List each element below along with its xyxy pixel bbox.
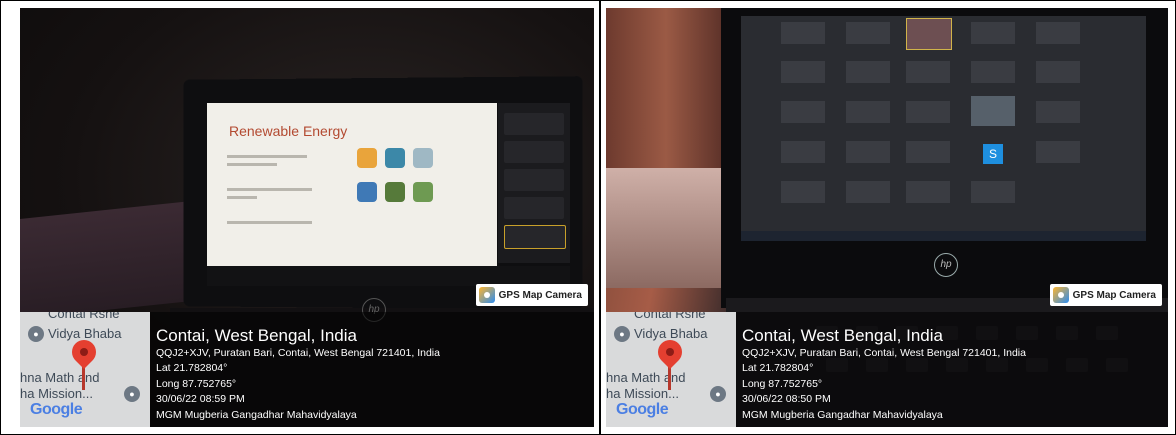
gps-camera-badge: GPS Map Camera (475, 284, 588, 306)
zoom-gallery-view: S (741, 16, 1146, 236)
participant-tile (504, 113, 564, 135)
plant-icon (385, 182, 405, 202)
participant-tile (906, 18, 952, 50)
gps-camera-label: GPS Map Camera (1072, 289, 1156, 301)
wind-turbine-icon (413, 148, 433, 168)
gps-camera-icon (1052, 287, 1069, 303)
institution-name: MGM Mugberia Gangadhar Mahavidyalaya (742, 408, 943, 421)
institution-name: MGM Mugberia Gangadhar Mahavidyalaya (156, 408, 357, 421)
hp-logo-icon: hp (934, 253, 958, 277)
geotag-info: Contai, West Bengal, India QQJ2+XJV, Pur… (742, 326, 1026, 424)
participant-tile (1036, 141, 1080, 163)
map-label: hna Math and (20, 370, 100, 385)
participant-tile (504, 169, 564, 191)
solar-icon (357, 148, 377, 168)
location-city: Contai, West Bengal, India (156, 325, 357, 345)
participant-avatar-s: S (983, 144, 1003, 164)
geotag-info: Contai, West Bengal, India QQJ2+XJV, Pur… (156, 326, 440, 424)
gps-camera-badge: GPS Map Camera (1049, 284, 1162, 306)
location-long: Long 87.752765° (742, 377, 823, 390)
map-label: hna Math and (606, 370, 686, 385)
map-pin-icon (67, 335, 101, 369)
participant-tile (781, 181, 825, 203)
google-logo: Google (616, 401, 669, 418)
meeting-toolbar (207, 266, 570, 286)
participant-tile (781, 141, 825, 163)
presentation-slide: Renewable Energy (207, 103, 497, 268)
participant-tile (504, 141, 564, 163)
participant-tile (781, 61, 825, 83)
slide-bullet-line (227, 155, 307, 158)
participant-tile (1036, 61, 1080, 83)
place-marker-icon: ● (124, 386, 140, 402)
slide-title: Renewable Energy (229, 123, 348, 139)
google-logo: Google (30, 401, 83, 418)
map-pin-icon (653, 335, 687, 369)
participant-tile (781, 101, 825, 123)
participant-tile (846, 22, 890, 44)
earth-icon (413, 182, 433, 202)
place-marker-icon: ● (28, 326, 44, 342)
participant-tile (971, 22, 1015, 44)
participant-tile (846, 141, 890, 163)
photo-datetime: 30/06/22 08:59 PM (156, 393, 245, 405)
geotag-overlay: Contai Rshe ● Vidya Bhaba hna Math and h… (20, 312, 594, 427)
participant-tile (846, 101, 890, 123)
bed-cloth (606, 168, 736, 288)
participant-tile (906, 141, 950, 163)
participant-tile (1036, 101, 1080, 123)
location-long: Long 87.752765° (156, 377, 237, 390)
participant-tile (504, 225, 566, 249)
map-label: Contai Rshe (634, 312, 706, 321)
photo-datetime: 30/06/22 08:50 PM (742, 393, 831, 405)
wind-farm-icon (357, 182, 377, 202)
slide-bullet-line (227, 196, 257, 199)
gps-camera-label: GPS Map Camera (498, 289, 582, 301)
slide-bullet-line (227, 188, 312, 191)
participant-tile (906, 61, 950, 83)
participant-tile (971, 96, 1015, 126)
slide-bullet-line (227, 163, 277, 166)
participant-tile (781, 22, 825, 44)
location-address: QQJ2+XJV, Puratan Bari, Contai, West Ben… (742, 346, 1026, 359)
participant-tile (971, 181, 1015, 203)
participant-tile (1036, 22, 1080, 44)
photo-laptop-zoom-gallery: S hp GPS Map Camera Contai Rshe ● Vidya (606, 8, 1168, 427)
slide-bullet-line (227, 221, 312, 224)
participant-panel (498, 103, 570, 263)
windows-taskbar (741, 231, 1146, 241)
curtain (606, 8, 726, 178)
place-marker-icon: ● (614, 326, 630, 342)
participant-tile (504, 197, 564, 219)
location-address: QQJ2+XJV, Puratan Bari, Contai, West Ben… (156, 346, 440, 359)
place-marker-icon: ● (710, 386, 726, 402)
location-lat: Lat 21.782804° (156, 362, 228, 374)
map-thumbnail: Contai Rshe ● Vidya Bhaba hna Math and h… (20, 312, 150, 427)
participant-tile (846, 61, 890, 83)
participant-tile (906, 181, 950, 203)
photo-laptop-presentation: Renewable Energy hp GPS Map Camera Conta… (20, 8, 594, 427)
gps-camera-icon (478, 287, 495, 303)
location-lat: Lat 21.782804° (742, 362, 814, 374)
participant-tile (846, 181, 890, 203)
geotag-overlay: Contai Rshe ● Vidya Bhaba hna Math and h… (606, 312, 1168, 427)
map-label: Contai Rshe (48, 312, 120, 321)
map-thumbnail: Contai Rshe ● Vidya Bhaba hna Math and h… (606, 312, 736, 427)
dam-icon (385, 148, 405, 168)
participant-tile (906, 101, 950, 123)
location-city: Contai, West Bengal, India (742, 325, 943, 345)
participant-tile (971, 61, 1015, 83)
